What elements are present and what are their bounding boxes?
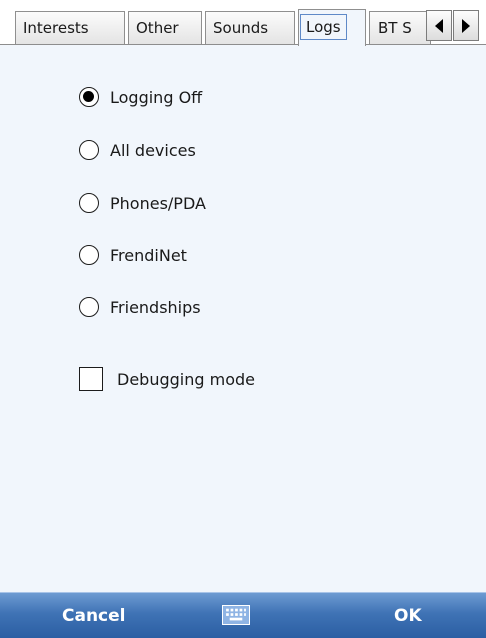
radio-friendships[interactable]: Friendships: [79, 294, 201, 320]
radio-label: Logging Off: [110, 87, 203, 107]
tab-interests[interactable]: Interests: [15, 11, 125, 44]
tab-label: Logs: [300, 14, 347, 40]
logs-panel: Logging Off All devices Phones/PDA Frend…: [0, 45, 486, 592]
tab-logs[interactable]: Logs: [298, 9, 366, 46]
radio-label: All devices: [110, 140, 196, 160]
arrow-right-icon: [462, 18, 470, 33]
radio-button[interactable]: [79, 87, 99, 107]
radio-label: Friendships: [110, 297, 201, 317]
radio-label: Phones/PDA: [110, 193, 206, 213]
debugging-mode-checkbox[interactable]: [79, 367, 103, 391]
radio-all-devices[interactable]: All devices: [79, 137, 196, 163]
tab-label: Other: [136, 19, 179, 37]
tab-bt-settings[interactable]: BT S: [369, 11, 431, 44]
tab-label: Sounds: [213, 19, 269, 37]
arrow-left-icon: [435, 18, 443, 33]
tab-sounds[interactable]: Sounds: [205, 11, 295, 44]
checkbox-label: Debugging mode: [117, 369, 255, 389]
radio-phones-pda[interactable]: Phones/PDA: [79, 190, 206, 216]
radio-label: FrendiNet: [110, 245, 187, 265]
radio-button[interactable]: [79, 297, 99, 317]
radio-frendinet[interactable]: FrendiNet: [79, 242, 187, 268]
cancel-button[interactable]: Cancel: [62, 593, 125, 638]
debugging-mode-option[interactable]: Debugging mode: [79, 366, 255, 392]
settings-screen: Interests Other Sounds Logs BT S Logging…: [0, 0, 486, 638]
radio-button[interactable]: [79, 140, 99, 160]
tab-bar: Interests Other Sounds Logs BT S: [0, 0, 486, 46]
tab-label: Interests: [23, 19, 89, 37]
tab-label: BT S: [378, 19, 412, 37]
radio-button[interactable]: [79, 245, 99, 265]
radio-button[interactable]: [79, 193, 99, 213]
tab-scroll-left-button[interactable]: [426, 10, 452, 41]
tab-other[interactable]: Other: [128, 11, 202, 44]
keyboard-icon[interactable]: [222, 605, 250, 625]
ok-button[interactable]: OK: [394, 593, 422, 638]
tab-scroll-right-button[interactable]: [453, 10, 479, 41]
softkey-bar: Cancel OK: [0, 592, 486, 638]
radio-logging-off[interactable]: Logging Off: [79, 84, 202, 110]
tab-scroll-controls: [426, 10, 481, 43]
